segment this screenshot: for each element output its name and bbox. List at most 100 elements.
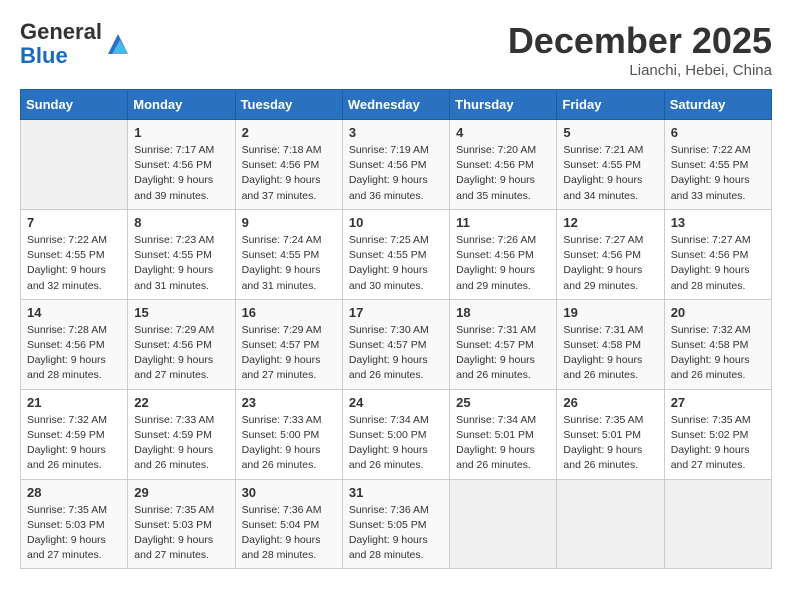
- logo-general: General: [20, 19, 102, 44]
- day-number: 28: [27, 485, 121, 500]
- location: Lianchi, Hebei, China: [508, 62, 772, 79]
- day-info: Sunrise: 7:31 AM Sunset: 4:58 PM Dayligh…: [563, 323, 657, 384]
- day-info: Sunrise: 7:28 AM Sunset: 4:56 PM Dayligh…: [27, 323, 121, 384]
- calendar-cell: 19 Sunrise: 7:31 AM Sunset: 4:58 PM Dayli…: [557, 299, 664, 389]
- calendar-cell: 6 Sunrise: 7:22 AM Sunset: 4:55 PM Daylig…: [664, 120, 771, 210]
- calendar-week-2: 7Sunrise: 7:22 AM Sunset: 4:55 PM Daylig…: [21, 209, 772, 299]
- day-info: Sunrise: 7:31 AM Sunset: 4:57 PM Dayligh…: [456, 323, 550, 384]
- day-info: Sunrise: 7:35 AM Sunset: 5:01 PM Dayligh…: [563, 413, 657, 474]
- calendar-cell: 14 Sunrise: 7:28 AM Sunset: 4:56 PM Dayli…: [21, 299, 128, 389]
- day-info: Sunrise: 7:21 AM Sunset: 4:55 PM Dayligh…: [563, 143, 657, 204]
- day-info: Sunrise: 7:36 AM Sunset: 5:04 PM Dayligh…: [242, 503, 336, 564]
- day-info: Sunrise: 7:27 AM Sunset: 4:56 PM Dayligh…: [563, 233, 657, 294]
- calendar-cell: 29 Sunrise: 7:35 AM Sunset: 5:03 PM Dayli…: [128, 479, 235, 569]
- day-number: 25: [456, 395, 550, 410]
- calendar-cell: 18 Sunrise: 7:31 AM Sunset: 4:57 PM Dayli…: [450, 299, 557, 389]
- day-info: Sunrise: 7:26 AM Sunset: 4:56 PM Dayligh…: [456, 233, 550, 294]
- calendar-cell: [450, 479, 557, 569]
- logo-blue: Blue: [20, 43, 68, 68]
- day-info: Sunrise: 7:35 AM Sunset: 5:03 PM Dayligh…: [134, 503, 228, 564]
- day-info: Sunrise: 7:30 AM Sunset: 4:57 PM Dayligh…: [349, 323, 443, 384]
- calendar-cell: 25Sunrise: 7:34 AM Sunset: 5:01 PM Dayli…: [450, 389, 557, 479]
- calendar-body: 1 Sunrise: 7:17 AM Sunset: 4:56 PM Daylig…: [21, 120, 772, 569]
- calendar-cell: 17 Sunrise: 7:30 AM Sunset: 4:57 PM Dayli…: [342, 299, 449, 389]
- day-info: Sunrise: 7:20 AM Sunset: 4:56 PM Dayligh…: [456, 143, 550, 204]
- logo: General Blue: [20, 20, 132, 68]
- day-info: Sunrise: 7:33 AM Sunset: 4:59 PM Dayligh…: [134, 413, 228, 474]
- weekday-header-tuesday: Tuesday: [235, 90, 342, 120]
- day-number: 20: [671, 305, 765, 320]
- page-header: General Blue December 2025 Lianchi, Hebe…: [20, 20, 772, 79]
- calendar-cell: 27 Sunrise: 7:35 AM Sunset: 5:02 PM Dayli…: [664, 389, 771, 479]
- weekday-header-friday: Friday: [557, 90, 664, 120]
- day-number: 12: [563, 215, 657, 230]
- calendar-cell: 2 Sunrise: 7:18 AM Sunset: 4:56 PM Daylig…: [235, 120, 342, 210]
- calendar-cell: [664, 479, 771, 569]
- calendar-cell: 7Sunrise: 7:22 AM Sunset: 4:55 PM Daylig…: [21, 209, 128, 299]
- day-number: 4: [456, 125, 550, 140]
- day-number: 27: [671, 395, 765, 410]
- weekday-header-thursday: Thursday: [450, 90, 557, 120]
- calendar-week-3: 14 Sunrise: 7:28 AM Sunset: 4:56 PM Dayli…: [21, 299, 772, 389]
- calendar-week-5: 28 Sunrise: 7:35 AM Sunset: 5:03 PM Dayli…: [21, 479, 772, 569]
- day-number: 29: [134, 485, 228, 500]
- day-number: 10: [349, 215, 443, 230]
- calendar-cell: 26Sunrise: 7:35 AM Sunset: 5:01 PM Dayli…: [557, 389, 664, 479]
- calendar-cell: 15Sunrise: 7:29 AM Sunset: 4:56 PM Dayli…: [128, 299, 235, 389]
- weekday-header-wednesday: Wednesday: [342, 90, 449, 120]
- calendar-cell: 1 Sunrise: 7:17 AM Sunset: 4:56 PM Daylig…: [128, 120, 235, 210]
- calendar-cell: 28 Sunrise: 7:35 AM Sunset: 5:03 PM Dayli…: [21, 479, 128, 569]
- weekday-row: SundayMondayTuesdayWednesdayThursdayFrid…: [21, 90, 772, 120]
- day-number: 17: [349, 305, 443, 320]
- calendar-cell: 30 Sunrise: 7:36 AM Sunset: 5:04 PM Dayli…: [235, 479, 342, 569]
- day-info: Sunrise: 7:17 AM Sunset: 4:56 PM Dayligh…: [134, 143, 228, 204]
- calendar-cell: [21, 120, 128, 210]
- calendar-cell: 11 Sunrise: 7:26 AM Sunset: 4:56 PM Dayli…: [450, 209, 557, 299]
- day-info: Sunrise: 7:33 AM Sunset: 5:00 PM Dayligh…: [242, 413, 336, 474]
- day-number: 19: [563, 305, 657, 320]
- logo-icon: [104, 30, 132, 58]
- weekday-header-sunday: Sunday: [21, 90, 128, 120]
- day-number: 14: [27, 305, 121, 320]
- calendar-header: SundayMondayTuesdayWednesdayThursdayFrid…: [21, 90, 772, 120]
- calendar-table: SundayMondayTuesdayWednesdayThursdayFrid…: [20, 89, 772, 569]
- calendar-cell: 9Sunrise: 7:24 AM Sunset: 4:55 PM Daylig…: [235, 209, 342, 299]
- day-number: 13: [671, 215, 765, 230]
- day-number: 11: [456, 215, 550, 230]
- day-info: Sunrise: 7:22 AM Sunset: 4:55 PM Dayligh…: [671, 143, 765, 204]
- day-number: 1: [134, 125, 228, 140]
- calendar-cell: 12 Sunrise: 7:27 AM Sunset: 4:56 PM Dayli…: [557, 209, 664, 299]
- day-number: 8: [134, 215, 228, 230]
- calendar-cell: 5Sunrise: 7:21 AM Sunset: 4:55 PM Daylig…: [557, 120, 664, 210]
- calendar-cell: 10 Sunrise: 7:25 AM Sunset: 4:55 PM Dayli…: [342, 209, 449, 299]
- day-info: Sunrise: 7:35 AM Sunset: 5:02 PM Dayligh…: [671, 413, 765, 474]
- calendar-cell: 21 Sunrise: 7:32 AM Sunset: 4:59 PM Dayli…: [21, 389, 128, 479]
- calendar-cell: 23 Sunrise: 7:33 AM Sunset: 5:00 PM Dayli…: [235, 389, 342, 479]
- day-number: 6: [671, 125, 765, 140]
- day-number: 18: [456, 305, 550, 320]
- day-info: Sunrise: 7:24 AM Sunset: 4:55 PM Dayligh…: [242, 233, 336, 294]
- day-info: Sunrise: 7:36 AM Sunset: 5:05 PM Dayligh…: [349, 503, 443, 564]
- day-number: 21: [27, 395, 121, 410]
- day-info: Sunrise: 7:25 AM Sunset: 4:55 PM Dayligh…: [349, 233, 443, 294]
- day-info: Sunrise: 7:32 AM Sunset: 4:59 PM Dayligh…: [27, 413, 121, 474]
- day-number: 3: [349, 125, 443, 140]
- calendar-cell: 8 Sunrise: 7:23 AM Sunset: 4:55 PM Daylig…: [128, 209, 235, 299]
- calendar-cell: 4 Sunrise: 7:20 AM Sunset: 4:56 PM Daylig…: [450, 120, 557, 210]
- day-number: 31: [349, 485, 443, 500]
- day-info: Sunrise: 7:29 AM Sunset: 4:56 PM Dayligh…: [134, 323, 228, 384]
- day-info: Sunrise: 7:23 AM Sunset: 4:55 PM Dayligh…: [134, 233, 228, 294]
- day-number: 30: [242, 485, 336, 500]
- weekday-header-monday: Monday: [128, 90, 235, 120]
- day-number: 16: [242, 305, 336, 320]
- calendar-cell: 22 Sunrise: 7:33 AM Sunset: 4:59 PM Dayli…: [128, 389, 235, 479]
- day-info: Sunrise: 7:35 AM Sunset: 5:03 PM Dayligh…: [27, 503, 121, 564]
- day-number: 2: [242, 125, 336, 140]
- day-info: Sunrise: 7:19 AM Sunset: 4:56 PM Dayligh…: [349, 143, 443, 204]
- day-number: 24: [349, 395, 443, 410]
- calendar-cell: 20Sunrise: 7:32 AM Sunset: 4:58 PM Dayli…: [664, 299, 771, 389]
- day-info: Sunrise: 7:18 AM Sunset: 4:56 PM Dayligh…: [242, 143, 336, 204]
- title-block: December 2025 Lianchi, Hebei, China: [508, 20, 772, 79]
- day-number: 22: [134, 395, 228, 410]
- day-number: 23: [242, 395, 336, 410]
